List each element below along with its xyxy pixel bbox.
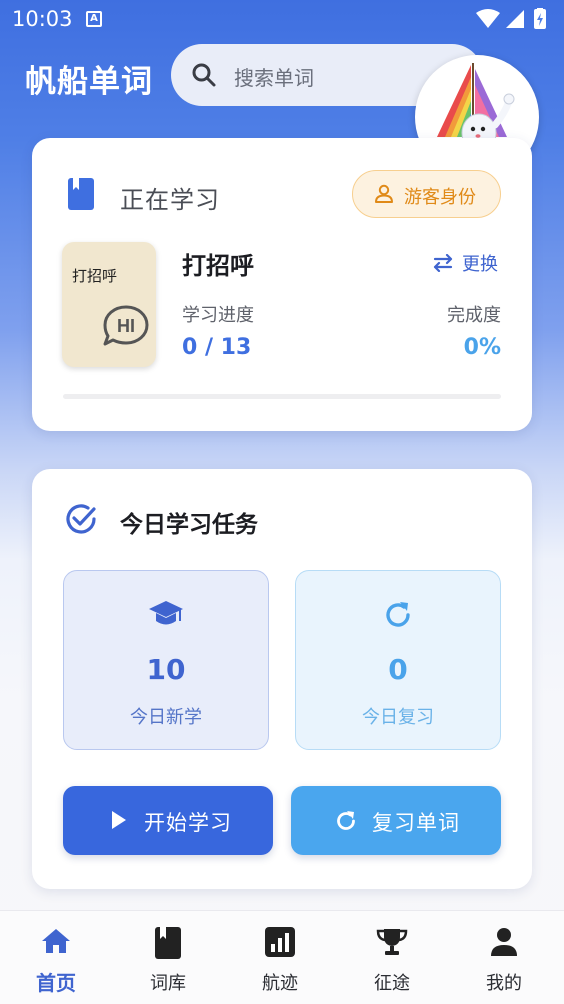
- book-cover[interactable]: 打招呼 HI: [62, 242, 156, 367]
- swap-arrows-icon: [433, 254, 453, 272]
- current-study-card: 正在学习 游客身份 打招呼 HI 打招呼 更换 学习进度 0 / 13 完成度 …: [32, 138, 532, 431]
- signal-icon: [506, 10, 524, 28]
- new-words-label: 今日新学: [130, 707, 202, 728]
- completion-label: 完成度: [447, 305, 501, 326]
- nav-label-home: 首页: [36, 971, 76, 995]
- completion-value: 0%: [463, 335, 501, 360]
- trophy-icon: [376, 929, 408, 955]
- person-icon: [491, 928, 517, 956]
- refresh-icon: [386, 602, 410, 627]
- nav-item-track[interactable]: 航迹: [224, 911, 336, 1004]
- review-count: 0: [388, 653, 408, 686]
- daily-tasks-title: 今日学习任务: [120, 512, 258, 538]
- nav-label-profile: 我的: [486, 973, 522, 994]
- check-circle-icon: [66, 504, 96, 534]
- guest-badge[interactable]: 游客身份: [352, 170, 501, 218]
- progress-label: 学习进度: [182, 305, 254, 326]
- new-words-stat[interactable]: 10 今日新学: [63, 570, 269, 750]
- speech-bubble-hi-icon: HI: [103, 305, 149, 346]
- nav-label-track: 航迹: [262, 973, 298, 994]
- nav-item-home[interactable]: 首页: [0, 911, 112, 1004]
- book-name: 打招呼: [182, 252, 254, 280]
- user-outline-icon: [375, 184, 393, 203]
- start-learning-button[interactable]: 开始学习: [63, 786, 273, 855]
- nav-label-journey: 征途: [374, 973, 410, 994]
- nav-item-profile[interactable]: 我的: [448, 911, 560, 1004]
- system-status-icons: [476, 8, 546, 29]
- nav-item-library[interactable]: 词库: [112, 911, 224, 1004]
- status-time: 10:03: [12, 7, 73, 31]
- play-icon: [112, 811, 126, 829]
- nav-label-library: 词库: [150, 973, 186, 994]
- notification-icon: A: [86, 11, 102, 27]
- review-words-button[interactable]: 复习单词: [291, 786, 501, 855]
- book-icon: [155, 927, 181, 959]
- progress-bar: [63, 394, 501, 399]
- current-study-heading: 正在学习: [120, 186, 220, 214]
- review-label: 今日复习: [362, 707, 434, 728]
- book-icon: [68, 178, 94, 210]
- daily-tasks-card: 今日学习任务 10 今日新学 0 今日复习 开始学习 复习单词: [32, 469, 532, 889]
- speech-bubble-text: HI: [117, 316, 135, 336]
- review-words-label: 复习单词: [372, 811, 460, 835]
- review-stat[interactable]: 0 今日复习: [295, 570, 501, 750]
- search-placeholder: 搜索单词: [234, 66, 314, 90]
- start-learning-label: 开始学习: [144, 811, 232, 835]
- progress-value: 0 / 13: [182, 335, 252, 360]
- guest-badge-label: 游客身份: [404, 187, 476, 208]
- search-icon: [192, 63, 216, 87]
- status-bar: 10:03 A: [0, 0, 564, 40]
- graduation-cap-icon: [149, 601, 183, 625]
- wifi-icon: [476, 9, 500, 28]
- app-title: 帆船单词: [25, 64, 153, 100]
- chart-icon: [265, 927, 295, 957]
- bottom-nav: 首页 词库 航迹 征途 我的: [0, 910, 564, 1004]
- new-words-count: 10: [146, 653, 186, 686]
- refresh-icon: [337, 811, 355, 830]
- home-icon: [42, 929, 70, 953]
- book-cover-title: 打招呼: [72, 267, 118, 285]
- nav-item-journey[interactable]: 征途: [336, 911, 448, 1004]
- switch-book-label: 更换: [462, 254, 498, 275]
